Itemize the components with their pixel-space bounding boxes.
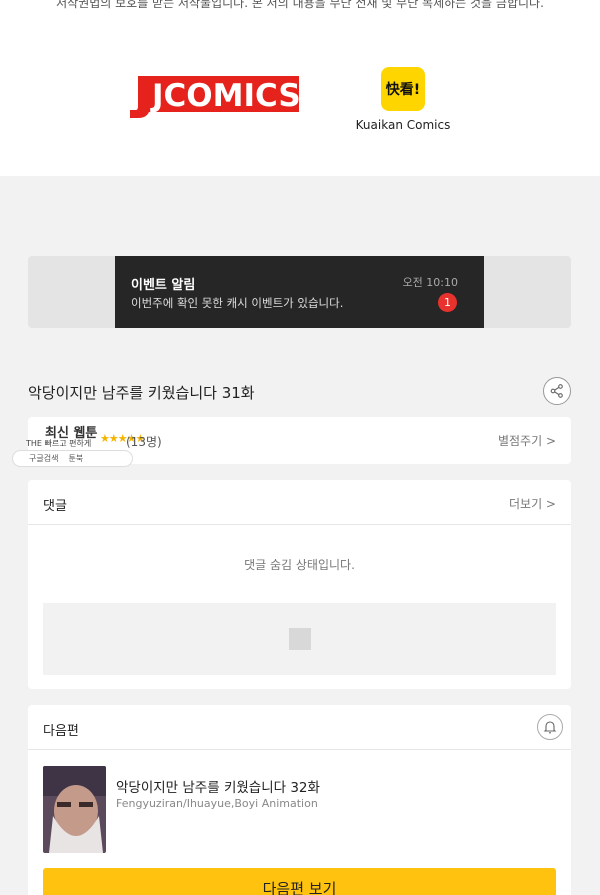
episode-title: 악당이지만 남주를 키웠습니다 31화 (28, 384, 255, 402)
banner-title: 이벤트 알림 (131, 278, 196, 293)
next-section-title: 다음편 (43, 724, 79, 739)
next-episode-card: 다음편 악당이지만 남주를 키웠습니다 32화 Fengyuziran/Ihua… (28, 705, 571, 895)
next-episode-author: Fengyuziran/Ihuayue,Boyi Animation (116, 797, 318, 810)
episode-thumbnail[interactable] (43, 766, 106, 853)
event-banner-carousel[interactable]: 이벤트 알림 이번주에 확인 못한 캐시 이벤트가 있습니다. 오전 10:10… (28, 256, 571, 328)
image-placeholder-icon (289, 628, 311, 650)
jcomics-logo-text: JCOMICS (150, 78, 301, 114)
subscribe-button[interactable] (537, 714, 563, 740)
jcomics-logo[interactable]: JCOMICS (128, 72, 302, 118)
comment-more-link[interactable]: 더보기 > (509, 495, 556, 512)
ad-placeholder[interactable] (43, 603, 556, 675)
bell-icon (543, 721, 557, 734)
google-search-link[interactable]: 구글검색 (29, 453, 58, 464)
floating-search-widget[interactable]: 구글검색 툰북 (12, 450, 133, 467)
comment-title: 댓글 (43, 499, 67, 514)
banner-time: 오전 10:10 (402, 276, 458, 289)
overlay-caption: THE 빠르고 편하게 (26, 439, 92, 448)
comment-card: 댓글 더보기 > 댓글 숨김 상태입니다. (28, 480, 571, 689)
notification-badge: 1 (438, 293, 457, 312)
banner-message: 이번주에 확인 못한 캐시 이벤트가 있습니다. (131, 296, 344, 310)
event-banner[interactable]: 이벤트 알림 이번주에 확인 못한 캐시 이벤트가 있습니다. 오전 10:10… (115, 256, 484, 328)
next-header: 다음편 (28, 705, 571, 750)
toonbook-link[interactable]: 툰북 (68, 453, 83, 464)
publisher-footer: 저작권법의 보호를 받는 저작물입니다. 본 저의 내용을 무단 전재 및 무단… (0, 0, 600, 176)
rating-count: (13명) (126, 435, 162, 449)
share-button[interactable] (543, 377, 571, 405)
comment-hidden-message: 댓글 숨김 상태입니다. (244, 558, 355, 572)
kuaikan-name: Kuaikan Comics (355, 118, 451, 132)
share-icon (550, 384, 563, 398)
next-episode-title[interactable]: 악당이지만 남주를 키웠습니다 32화 (116, 776, 320, 796)
copyright-notice: 저작권법의 보호를 받는 저작물입니다. 본 저의 내용을 무단 전재 및 무단… (56, 0, 544, 10)
comment-header: 댓글 더보기 > (28, 480, 571, 525)
kuaikan-logo[interactable]: 快看! (381, 67, 425, 111)
view-next-button[interactable]: 다음편 보기 (43, 868, 556, 895)
rate-button[interactable]: 별점주기 > (498, 432, 556, 449)
